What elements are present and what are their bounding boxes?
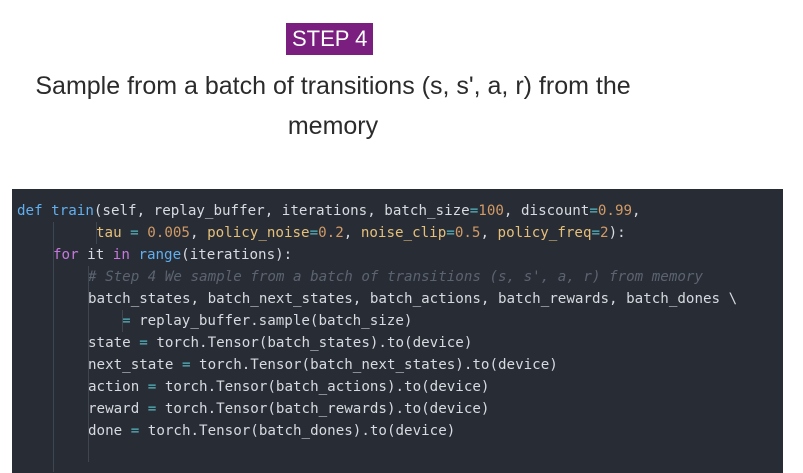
code-token: torch.Tensor(batch_actions).to(device) <box>156 379 490 395</box>
code-token: # Step 4 We sample from a batch of trans… <box>88 269 703 285</box>
code-token: (self, replay_buffer, iterations, batch_… <box>93 203 470 219</box>
code-token: for <box>53 247 79 263</box>
code-token: = <box>591 225 601 241</box>
indent-guide <box>88 266 89 462</box>
code-token: = <box>589 203 598 219</box>
code-token: = <box>181 357 191 373</box>
code-token: 100 <box>478 203 504 219</box>
code-token: = <box>130 423 140 439</box>
code-token: torch.Tensor(batch_states).to(device) <box>147 335 473 351</box>
code-token: = <box>122 313 131 329</box>
step-description-line-2: memory <box>287 112 379 140</box>
code-line: next_state = torch.Tensor(batch_next_sta… <box>88 354 558 376</box>
code-token: reward <box>88 401 148 417</box>
code-token: ): <box>608 225 626 241</box>
code-token: torch.Tensor(batch_next_states).to(devic… <box>190 357 558 373</box>
code-token: = <box>139 335 148 351</box>
indent-guide <box>53 222 54 472</box>
code-line: state = torch.Tensor(batch_states).to(de… <box>88 332 472 354</box>
code-token: 0.99 <box>597 203 633 219</box>
code-token: 0.005 <box>147 225 190 241</box>
code-token: torch.Tensor(batch_dones).to(device) <box>139 423 456 439</box>
code-token: 0.5 <box>454 225 481 241</box>
code-token: done <box>88 423 131 439</box>
step-description: Sample from a batch of transitions (s, s… <box>18 66 648 146</box>
code-token: (iterations): <box>181 247 293 263</box>
code-token: state <box>88 335 140 351</box>
step-badge: STEP 4 <box>286 23 374 55</box>
code-token: next_state <box>88 357 182 373</box>
code-block: def train(self, replay_buffer, iteration… <box>12 189 783 473</box>
indent-guide <box>122 310 123 332</box>
code-line: done = torch.Tensor(batch_dones).to(devi… <box>88 420 455 442</box>
code-token: , <box>632 203 641 219</box>
code-line: batch_states, batch_next_states, batch_a… <box>88 288 737 310</box>
code-token: policy_freq <box>497 225 592 241</box>
code-token: 2 <box>600 225 609 241</box>
code-token: = <box>130 225 139 241</box>
code-token: def <box>17 203 43 219</box>
code-line: # Step 4 We sample from a batch of trans… <box>88 266 703 288</box>
code-token: = <box>469 203 479 219</box>
code-line: action = torch.Tensor(batch_actions).to(… <box>88 376 489 398</box>
code-token: action <box>88 379 148 395</box>
code-token: , <box>343 225 361 241</box>
code-token: range <box>138 247 182 263</box>
code-token: tau <box>96 225 131 241</box>
code-token: , discount <box>503 203 590 219</box>
step-description-line-1: Sample from a batch of transitions (s, s… <box>35 72 631 100</box>
indent-guide <box>96 222 97 244</box>
code-line: reward = torch.Tensor(batch_rewards).to(… <box>88 398 489 420</box>
code-line: = replay_buffer.sample(batch_size) <box>122 310 412 332</box>
code-token: noise_clip <box>360 225 447 241</box>
code-token: policy_noise <box>207 225 310 241</box>
code-token: batch_states, batch_next_states, batch_a… <box>88 291 738 307</box>
code-token: train <box>51 203 94 219</box>
code-token: , <box>480 225 498 241</box>
code-token: replay_buffer.sample(batch_size) <box>130 313 413 329</box>
code-token: 0.2 <box>318 225 344 241</box>
code-token: torch.Tensor(batch_rewards).to(device) <box>156 401 490 417</box>
code-line: tau = 0.005, policy_noise=0.2, noise_cli… <box>96 222 626 244</box>
code-token: = <box>309 225 319 241</box>
code-line: def train(self, replay_buffer, iteration… <box>17 200 641 222</box>
code-token: in <box>112 247 130 263</box>
code-token: , <box>189 225 208 241</box>
code-token: it <box>78 247 113 263</box>
code-token: = <box>446 225 455 241</box>
code-line: for it in range(iterations): <box>53 244 292 266</box>
